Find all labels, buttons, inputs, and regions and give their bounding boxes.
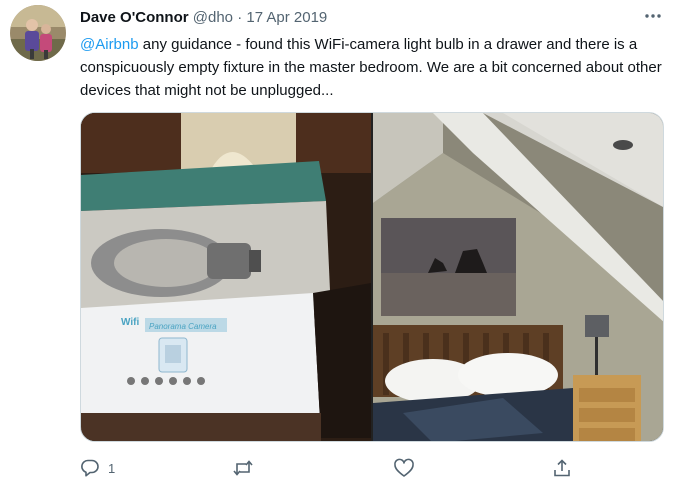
mention-link[interactable]: @Airbnb [80, 36, 139, 53]
avatar-image [10, 5, 66, 61]
tweet: Dave O'Connor @dho · 17 Apr 2019 @Airbnb… [0, 0, 680, 490]
more-button[interactable] [640, 4, 666, 28]
avatar[interactable] [10, 5, 66, 61]
retweet-button[interactable] [232, 456, 254, 480]
share-button[interactable] [552, 456, 572, 480]
tweet-header: Dave O'Connor @dho · 17 Apr 2019 [80, 8, 327, 28]
reply-icon [81, 459, 99, 477]
camera-box-image: Wifi Panorama Camera [81, 113, 371, 441]
header-separator: · [237, 9, 243, 26]
media-grid: Wifi Panorama Camera [80, 112, 664, 442]
photo-bedroom[interactable] [373, 113, 663, 441]
like-icon [394, 458, 414, 477]
more-icon [645, 14, 661, 18]
retweet-icon [233, 460, 253, 476]
box-brand-text: Wifi [121, 317, 139, 328]
share-icon [554, 459, 570, 477]
tweet-text: @Airbnb any guidance - found this WiFi-c… [80, 33, 670, 102]
bedroom-image [373, 113, 663, 441]
author-name[interactable]: Dave O'Connor [80, 9, 189, 26]
box-label-text: Panorama Camera [149, 322, 217, 331]
action-bar: 1 [80, 456, 580, 480]
tweet-body: any guidance - found this WiFi-camera li… [80, 36, 662, 99]
tweet-date[interactable]: 17 Apr 2019 [246, 9, 327, 26]
reply-count: 1 [108, 460, 116, 476]
like-button[interactable] [393, 456, 415, 480]
author-handle[interactable]: @dho [193, 9, 233, 26]
photo-camera-box[interactable]: Wifi Panorama Camera [81, 113, 371, 441]
reply-button[interactable]: 1 [80, 456, 115, 480]
